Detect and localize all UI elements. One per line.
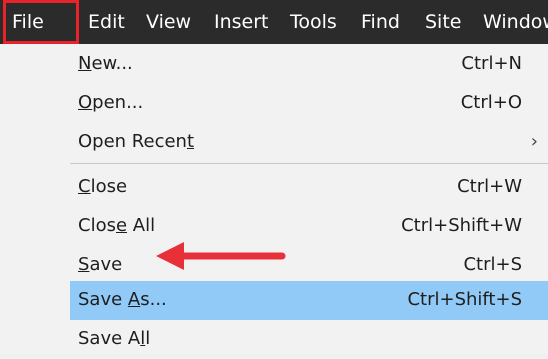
menu-file[interactable]: File	[12, 10, 44, 34]
menu-item-shortcut: Ctrl+O	[460, 92, 522, 113]
menu-item-shortcut: Ctrl+W	[457, 176, 522, 197]
file-dropdown-menu: New... Ctrl+N Open... Ctrl+O Open Recent…	[0, 44, 548, 354]
menu-item-label: Close	[78, 176, 128, 197]
menu-item-open-recent[interactable]: Open Recent ›	[70, 123, 548, 162]
menu-view[interactable]: View	[146, 10, 191, 34]
menu-item-close[interactable]: Close Ctrl+W	[70, 168, 548, 207]
menu-item-shortcut: Ctrl+Shift+W	[401, 215, 522, 236]
pointer-arrow-icon	[156, 242, 286, 270]
menu-tools[interactable]: Tools	[290, 10, 337, 34]
menu-item-label: Close All	[78, 215, 156, 236]
menu-icon-gutter	[0, 44, 70, 354]
menu-bar: File Edit View Insert Tools Find Site Wi…	[0, 0, 548, 44]
menu-insert[interactable]: Insert	[214, 10, 269, 34]
menu-window[interactable]: Window	[483, 10, 548, 34]
menu-item-label: Save As...	[78, 289, 167, 310]
menu-item-open[interactable]: Open... Ctrl+O	[70, 84, 548, 123]
menu-item-new[interactable]: New... Ctrl+N	[70, 45, 548, 84]
menu-item-shortcut: Ctrl+Shift+S	[407, 289, 522, 310]
menu-item-label: Save All	[78, 328, 151, 349]
menu-item-label: Save	[78, 254, 123, 275]
menu-item-save[interactable]: Save Ctrl+S	[70, 246, 548, 285]
menu-edit[interactable]: Edit	[88, 10, 125, 34]
chevron-right-icon: ›	[530, 131, 538, 152]
menu-item-shortcut: Ctrl+S	[463, 254, 522, 275]
menu-site[interactable]: Site	[425, 10, 461, 34]
menu-item-close-all[interactable]: Close All Ctrl+Shift+W	[70, 207, 548, 246]
menu-separator	[70, 163, 548, 164]
menu-item-label: Open Recent	[78, 131, 195, 152]
menu-item-label: New...	[78, 53, 133, 74]
menu-item-save-as[interactable]: Save As... Ctrl+Shift+S	[70, 281, 548, 320]
menu-find[interactable]: Find	[361, 10, 400, 34]
menu-item-save-all[interactable]: Save All	[70, 320, 548, 359]
menu-item-label: Open...	[78, 92, 144, 113]
menu-item-shortcut: Ctrl+N	[461, 53, 522, 74]
